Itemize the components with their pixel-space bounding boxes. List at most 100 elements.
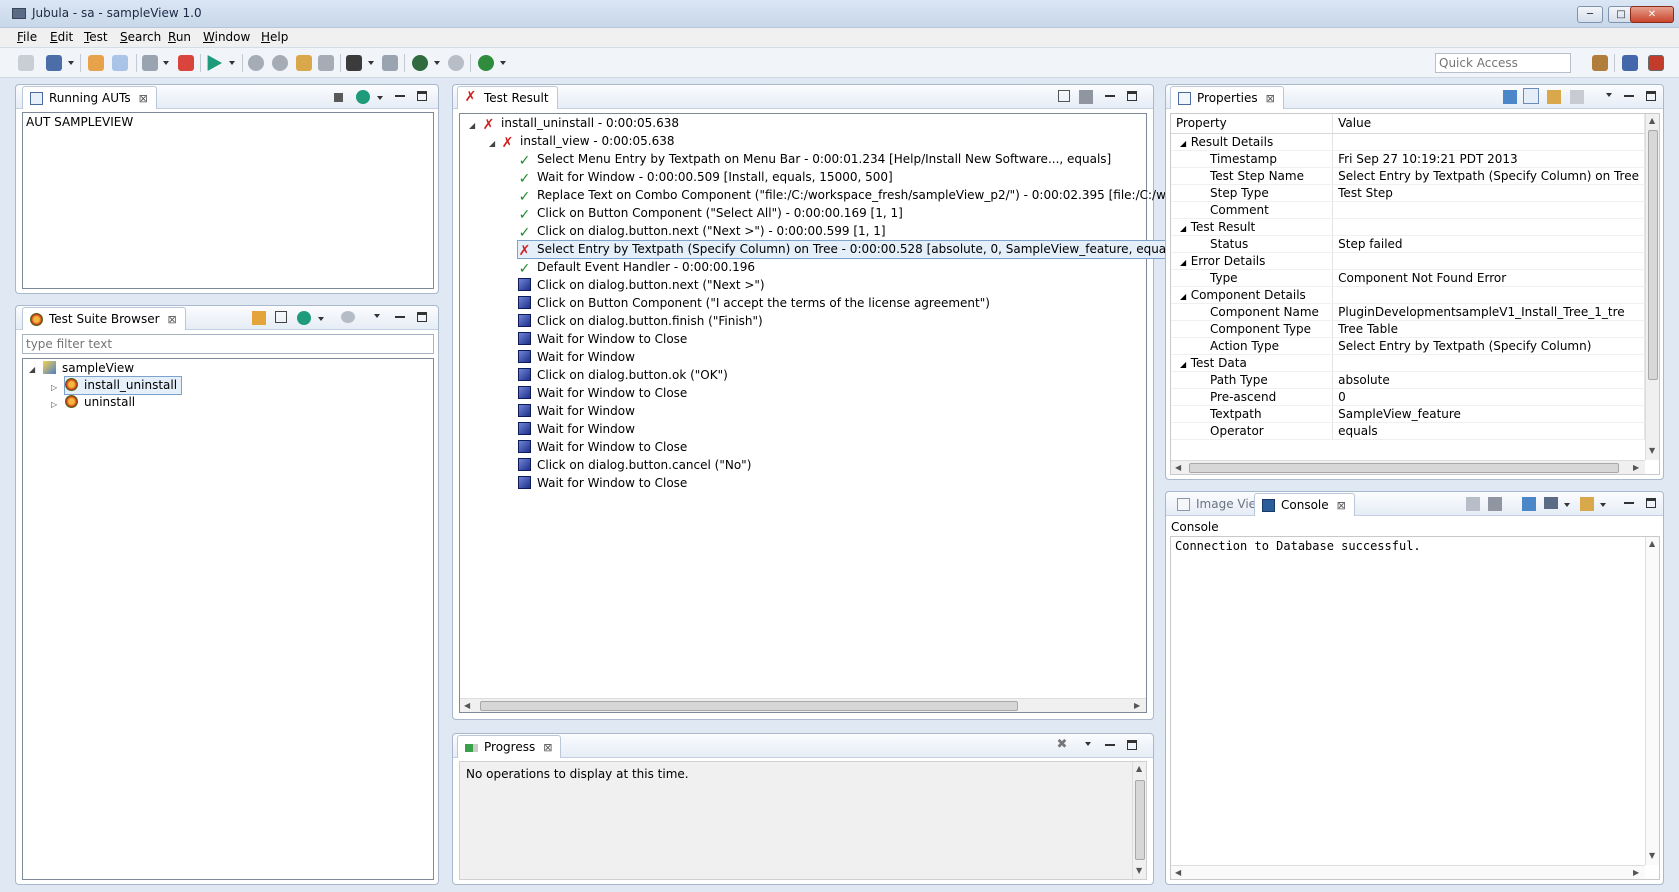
maximize-icon[interactable]: [1127, 91, 1137, 101]
test-step-row[interactable]: Wait for Window to Close: [518, 475, 687, 492]
collapse-all-icon[interactable]: [1058, 90, 1070, 102]
minimize-icon[interactable]: [395, 316, 405, 318]
property-row[interactable]: Operator equals: [1171, 422, 1645, 440]
tree-item-install-uninstall[interactable]: install_uninstall: [63, 376, 183, 395]
test-step-row[interactable]: Click on dialog.button.next ("Next >"): [518, 277, 765, 294]
close-icon[interactable]: ⊠: [543, 741, 552, 754]
clear-console-icon[interactable]: [1466, 497, 1480, 511]
record-icon[interactable]: [346, 55, 362, 71]
test-step-row[interactable]: ✓ Wait for Window - 0:00:00.509 [Install,…: [518, 169, 893, 186]
pause-icon[interactable]: [248, 55, 264, 71]
quick-access-input[interactable]: [1435, 53, 1571, 73]
layout-icon[interactable]: [1079, 90, 1093, 104]
close-icon[interactable]: ⊠: [1337, 499, 1346, 512]
display-console-icon[interactable]: [1544, 497, 1558, 509]
menu-help[interactable]: Help: [261, 30, 288, 44]
console-output-area[interactable]: Connection to Database successful. ▲ ▼ ◀…: [1170, 536, 1660, 880]
property-group-row[interactable]: ◢ Test Data: [1171, 354, 1645, 372]
link-with-editor-icon[interactable]: [252, 311, 266, 325]
property-row[interactable]: Type Component Not Found Error: [1171, 269, 1645, 287]
test-step-row[interactable]: Wait for Window to Close: [518, 331, 687, 348]
chevron-down-icon[interactable]: [163, 61, 169, 65]
filter-input[interactable]: [22, 334, 434, 354]
test-step-row[interactable]: Click on dialog.button.finish ("Finish"): [518, 313, 763, 330]
property-row[interactable]: Comment: [1171, 201, 1645, 219]
save-all-icon[interactable]: [46, 55, 62, 71]
start-test-suite-icon[interactable]: [297, 311, 311, 325]
test-step-row[interactable]: ✓ Replace Text on Combo Component ("file:…: [518, 187, 1213, 204]
test-step-row[interactable]: ✓ Select Menu Entry by Textpath on Menu B…: [518, 151, 1112, 168]
minimize-icon[interactable]: [395, 95, 405, 97]
property-row[interactable]: Test Step Name Select Entry by Textpath (…: [1171, 167, 1645, 185]
pin-console-icon[interactable]: [1522, 497, 1536, 511]
chevron-down-icon[interactable]: [377, 96, 383, 100]
start-icon[interactable]: [356, 90, 370, 104]
property-group-row[interactable]: ◢ Test Result: [1171, 218, 1645, 236]
object-mapping-icon[interactable]: [382, 55, 398, 71]
expand-icon[interactable]: ▷: [51, 383, 57, 392]
property-row[interactable]: Component Type Tree Table: [1171, 320, 1645, 338]
skip-icon[interactable]: [296, 55, 312, 71]
menu-search[interactable]: Search: [120, 30, 161, 44]
collapse-icon[interactable]: ◢: [469, 121, 475, 130]
chevron-down-icon[interactable]: [68, 61, 74, 65]
collapse-icon[interactable]: ◢: [1180, 292, 1189, 301]
show-advanced-icon[interactable]: [1547, 90, 1561, 104]
expand-icon[interactable]: ▷: [51, 400, 57, 409]
maximize-icon[interactable]: [1646, 498, 1656, 508]
globe-icon[interactable]: [478, 55, 494, 71]
view-menu-icon[interactable]: [374, 314, 380, 318]
property-row[interactable]: Component Name PluginDevelopmentsampleV1_…: [1171, 303, 1645, 321]
open-perspective-icon[interactable]: [1592, 55, 1608, 71]
tab-test-result[interactable]: ✗ Test Result: [457, 86, 558, 109]
view-menu-icon[interactable]: [1606, 93, 1612, 97]
pin-icon[interactable]: [1503, 90, 1517, 104]
table-icon[interactable]: [88, 55, 104, 71]
minimize-icon[interactable]: [1624, 95, 1634, 97]
show-categories-icon[interactable]: [1523, 88, 1539, 104]
minimize-window-button[interactable]: ─: [1577, 6, 1603, 23]
test-step-row[interactable]: Wait for Window: [518, 421, 635, 438]
target-disabled-icon[interactable]: [448, 55, 464, 71]
test-step-row[interactable]: ✗ Select Entry by Textpath (Specify Colum…: [516, 240, 1231, 259]
test-step-row[interactable]: ✓ Click on Button Component ("Select All"…: [518, 205, 903, 222]
property-row[interactable]: Textpath SampleView_feature: [1171, 405, 1645, 423]
tab-properties[interactable]: Properties ⊠: [1170, 86, 1284, 109]
vertical-scrollbar[interactable]: ▲ ▼: [1645, 114, 1659, 460]
view-menu-icon[interactable]: [1085, 742, 1091, 746]
test-step-row[interactable]: Wait for Window: [518, 403, 635, 420]
spec-perspective-icon[interactable]: [1622, 55, 1638, 71]
test-step-row[interactable]: Wait for Window to Close: [518, 439, 687, 456]
tree-item-test-case[interactable]: ✗ install_view - 0:00:05.638: [501, 133, 675, 150]
menu-window[interactable]: Window: [203, 30, 250, 44]
chevron-down-icon[interactable]: [229, 61, 235, 65]
close-icon[interactable]: ⊠: [1266, 92, 1275, 105]
tree-item-test-suite[interactable]: ✗ install_uninstall - 0:00:05.638: [482, 115, 679, 132]
minimize-icon[interactable]: [1624, 502, 1634, 504]
tab-progress[interactable]: Progress ⊠: [457, 735, 562, 758]
vertical-scrollbar[interactable]: ▲ ▼: [1132, 762, 1146, 879]
horizontal-scrollbar[interactable]: ◀ ▶: [1171, 460, 1645, 474]
test-step-row[interactable]: Wait for Window: [518, 349, 635, 366]
open-console-icon[interactable]: [1580, 497, 1594, 511]
chevron-down-icon[interactable]: [368, 61, 374, 65]
target-icon[interactable]: [412, 55, 428, 71]
tab-console[interactable]: Console ⊠: [1254, 493, 1355, 516]
stop-icon[interactable]: [272, 55, 288, 71]
collapse-icon[interactable]: ◢: [1180, 139, 1189, 148]
menu-file[interactable]: File: [17, 30, 37, 44]
vertical-scrollbar[interactable]: ▲ ▼: [1645, 537, 1659, 865]
tab-test-suite-browser[interactable]: Test Suite Browser ⊠: [22, 307, 186, 330]
scroll-lock-icon[interactable]: [1488, 497, 1502, 511]
stop-aut-icon[interactable]: [334, 93, 343, 102]
disconnect-icon[interactable]: [178, 55, 194, 71]
menu-test[interactable]: Test: [84, 30, 108, 44]
property-row[interactable]: Status Step failed: [1171, 235, 1645, 253]
search-icon[interactable]: [112, 55, 128, 71]
connect-icon[interactable]: [142, 55, 158, 71]
tree-item-project[interactable]: sampleView: [43, 360, 134, 377]
property-group-row[interactable]: ◢ Result Details: [1171, 133, 1645, 151]
test-step-row[interactable]: Wait for Window to Close: [518, 385, 687, 402]
menu-edit[interactable]: Edit: [50, 30, 73, 44]
filter-icon[interactable]: [341, 311, 355, 323]
